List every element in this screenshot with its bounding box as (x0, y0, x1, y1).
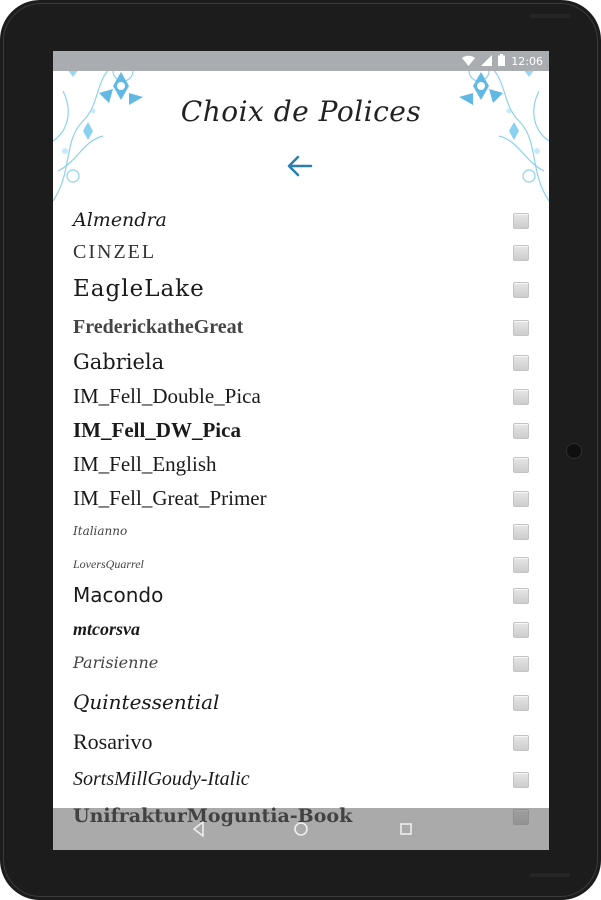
font-name: IM_Fell_Great_Primer (73, 486, 267, 510)
font-row-italianno[interactable]: Italianno (53, 515, 549, 547)
font-checkbox[interactable] (513, 656, 529, 672)
nav-home-button[interactable] (291, 819, 311, 839)
font-checkbox[interactable] (513, 622, 529, 638)
font-checkbox[interactable] (513, 389, 529, 405)
font-checkbox[interactable] (513, 588, 529, 604)
font-row-gabriela[interactable]: Gabriela (53, 346, 549, 378)
font-checkbox[interactable] (513, 213, 529, 229)
font-row-im-fell-dw-pica[interactable]: IM_Fell_DW_Pica (53, 414, 549, 446)
font-name: EagleLake (73, 276, 205, 302)
font-row-quintessential[interactable]: Quintessential (53, 686, 549, 718)
status-time: 12:06 (511, 55, 543, 68)
font-checkbox[interactable] (513, 772, 529, 788)
font-row-sortsmillgoudy-italic[interactable]: SortsMillGoudy-Italic (53, 763, 549, 795)
font-row-mtcorsva[interactable]: mtcorsva (53, 613, 549, 645)
camera-icon (566, 443, 582, 459)
app-screen: 12:06 Choix de Polices Almendra Cinzel E… (53, 51, 549, 850)
font-checkbox[interactable] (513, 245, 529, 261)
font-name: Cinzel (73, 241, 157, 263)
font-name: Gabriela (73, 350, 165, 374)
speaker-grille-top (530, 14, 570, 18)
speaker-grille-bottom (530, 873, 570, 877)
font-name: Parisienne (73, 653, 159, 672)
circle-home-icon (294, 822, 308, 836)
status-icons: 12:06 (462, 54, 543, 70)
font-name: Rosarivo (73, 729, 153, 754)
font-name: LoversQuarrel (73, 557, 144, 571)
font-checkbox[interactable] (513, 355, 529, 371)
font-name: Macondo (73, 583, 164, 607)
font-checkbox[interactable] (513, 735, 529, 751)
arrow-left-icon (287, 155, 313, 177)
font-name: IM_Fell_Double_Pica (73, 384, 261, 408)
floral-decoration-left-icon (53, 60, 146, 202)
status-bar: 12:06 (53, 51, 549, 71)
font-checkbox[interactable] (513, 695, 529, 711)
tablet-frame: 12:06 Choix de Polices Almendra Cinzel E… (0, 0, 601, 900)
navigation-bar (53, 808, 549, 850)
wifi-icon (462, 55, 476, 70)
nav-recents-button[interactable] (396, 819, 416, 839)
font-row-macondo[interactable]: Macondo (53, 579, 549, 611)
font-name: Almendra (73, 209, 167, 231)
font-checkbox[interactable] (513, 491, 529, 507)
font-row-im-fell-english[interactable]: IM_Fell_English (53, 448, 549, 480)
font-checkbox[interactable] (513, 457, 529, 473)
nav-back-button[interactable] (189, 819, 209, 839)
floral-decoration-right-icon (456, 60, 549, 202)
font-checkbox[interactable] (513, 557, 529, 573)
font-row-eaglelake[interactable]: EagleLake (53, 273, 549, 305)
font-row-loversquarrel[interactable]: LoversQuarrel (53, 548, 549, 580)
font-checkbox[interactable] (513, 282, 529, 298)
font-name: SortsMillGoudy-Italic (73, 768, 250, 790)
font-name: FrederickatheGreat (73, 316, 244, 338)
font-name: Quintessential (73, 690, 220, 714)
font-checkbox[interactable] (513, 423, 529, 439)
font-row-almendra[interactable]: Almendra (53, 204, 549, 236)
font-name: IM_Fell_English (73, 452, 217, 476)
font-row-rosarivo[interactable]: Rosarivo (53, 726, 549, 758)
font-row-parisienne[interactable]: Parisienne (53, 647, 549, 679)
triangle-back-icon (193, 821, 204, 837)
font-checkbox[interactable] (513, 524, 529, 540)
font-name: IM_Fell_DW_Pica (73, 418, 241, 442)
signal-icon (481, 54, 493, 70)
font-row-frederickathegreat[interactable]: FrederickatheGreat (53, 311, 549, 343)
square-recents-icon (400, 823, 412, 835)
font-row-cinzel[interactable]: Cinzel (53, 236, 549, 268)
back-button[interactable] (282, 151, 318, 181)
font-name: Italianno (73, 524, 128, 538)
font-checkbox[interactable] (513, 320, 529, 336)
font-row-im-fell-double-pica[interactable]: IM_Fell_Double_Pica (53, 380, 549, 412)
font-row-im-fell-great-primer[interactable]: IM_Fell_Great_Primer (53, 482, 549, 514)
font-name: mtcorsva (73, 619, 140, 639)
page-title: Choix de Polices (180, 95, 422, 128)
battery-icon (498, 54, 506, 70)
